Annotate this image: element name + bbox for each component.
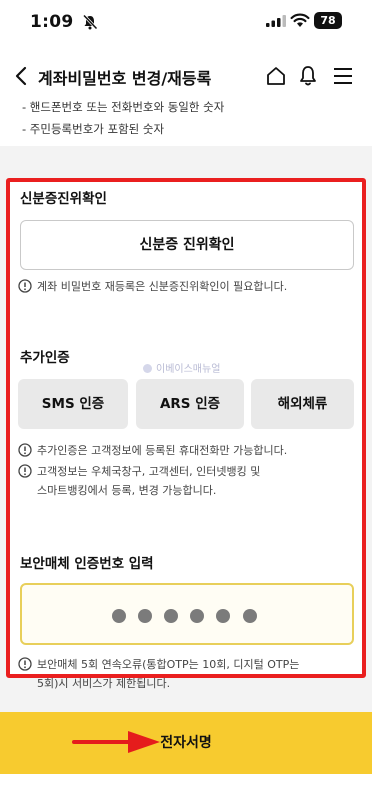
pin-dot <box>190 609 204 623</box>
battery-icon: 78 <box>314 12 342 29</box>
id-verification-notice: 계좌 비밀번호 재등록은 신분증진위확인이 필요합니다. <box>18 277 354 296</box>
page-title: 계좌비밀번호 변경/재등록 <box>38 69 212 88</box>
pin-dot <box>164 609 178 623</box>
id-verification-title: 신분증진위확인 <box>20 191 107 207</box>
bell-slash-icon <box>82 14 98 30</box>
security-media-title: 보안매체 인증번호 입력 <box>20 556 154 572</box>
pin-dot <box>112 609 126 623</box>
security-media-notice: 보안매체 5회 연속오류(통합OTP는 10회, 디지털 OTP는 5회)시 서… <box>18 655 354 693</box>
info-icon <box>18 443 32 457</box>
additional-auth-title: 추가인증 <box>20 350 70 366</box>
sms-auth-button[interactable]: SMS 인증 <box>18 379 128 429</box>
status-time: 1:09 <box>30 12 74 32</box>
pin-dot <box>243 609 257 623</box>
watermark: 이베이스매뉴얼 <box>143 360 220 375</box>
customer-info-notice: 고객정보는 우체국창구, 고객센터, 인터넷뱅킹 및 스마트뱅킹에서 등록, 변… <box>18 462 354 500</box>
menu-icon[interactable] <box>332 65 354 87</box>
arrow-annotation-icon <box>72 731 160 753</box>
header: 계좌비밀번호 변경/재등록 <box>0 54 372 98</box>
wifi-icon <box>290 13 310 27</box>
overseas-stay-button[interactable]: 해외체류 <box>251 379 354 429</box>
notice-text-line: 고객정보는 우체국창구, 고객센터, 인터넷뱅킹 및 <box>37 465 261 478</box>
info-icon <box>18 464 32 478</box>
notice-text-line: 5회)시 서비스가 제한됩니다. <box>37 677 171 690</box>
notice-text-line: 스마트뱅킹에서 등록, 변경 가능합니다. <box>37 484 217 497</box>
bell-icon[interactable] <box>296 64 320 88</box>
signal-icon <box>266 15 286 27</box>
additional-auth-notice: 추가인증은 고객정보에 등록된 휴대전화만 가능합니다. <box>18 441 354 460</box>
pin-dot <box>138 609 152 623</box>
status-bar: 1:09 78 <box>0 0 372 44</box>
info-icon <box>18 657 32 671</box>
watermark-text: 이베이스매뉴얼 <box>156 364 221 375</box>
security-pin-input[interactable] <box>20 583 354 645</box>
id-verification-button[interactable]: 신분증 진위확인 <box>20 220 354 270</box>
notice-text-line: 보안매체 5회 연속오류(통합OTP는 10회, 디지털 OTP는 <box>37 658 300 671</box>
back-icon[interactable] <box>12 64 32 88</box>
ars-auth-button[interactable]: ARS 인증 <box>136 379 244 429</box>
info-icon <box>18 279 32 293</box>
electronic-signature-button[interactable]: 전자서명 <box>0 712 372 774</box>
password-rule-note: - 핸드폰번호 또는 전화번호와 동일한 숫자 <box>22 100 225 114</box>
pin-dot <box>216 609 230 623</box>
notice-text: 계좌 비밀번호 재등록은 신분증진위확인이 필요합니다. <box>37 280 288 293</box>
home-icon[interactable] <box>264 64 288 88</box>
password-rule-note: - 주민등록번호가 포함된 숫자 <box>22 122 165 136</box>
notice-text: 추가인증은 고객정보에 등록된 휴대전화만 가능합니다. <box>37 444 288 457</box>
watermark-logo-icon <box>143 364 152 373</box>
